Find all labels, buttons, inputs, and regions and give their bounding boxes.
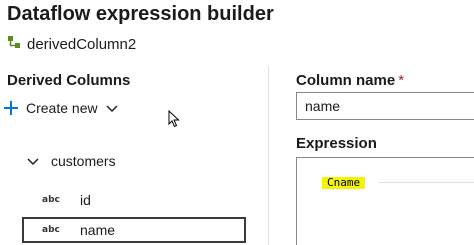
panel-divider [268, 66, 269, 245]
derived-column-name: derivedColumn2 [27, 35, 137, 53]
column-item-label: name [80, 222, 116, 238]
column-item-name[interactable]: abc name [22, 217, 246, 243]
create-new-button[interactable]: Create new [4, 98, 118, 118]
tree-group-customers[interactable]: customers [27, 151, 116, 171]
derived-column-icon [7, 35, 21, 54]
chevron-down-icon[interactable] [27, 153, 39, 169]
current-line-highlight [379, 182, 474, 183]
string-type-icon: abc [42, 195, 60, 205]
create-new-label: Create new [26, 100, 98, 116]
column-item-id[interactable]: abc id [22, 186, 248, 214]
chevron-down-icon[interactable] [106, 100, 118, 116]
tree-group-label: customers [51, 153, 116, 169]
string-type-icon: abc [42, 225, 60, 235]
required-marker: * [398, 72, 405, 89]
column-name-input[interactable] [296, 92, 474, 120]
column-item-label: id [80, 192, 91, 208]
page-title: Dataflow expression builder [7, 3, 274, 25]
plus-icon [4, 101, 18, 115]
column-name-label: Column name * [296, 72, 404, 89]
derived-column-breadcrumb: derivedColumn2 [7, 34, 136, 54]
mouse-pointer-icon [168, 109, 180, 133]
column-name-label-text: Column name [296, 72, 396, 89]
expression-label: Expression [296, 135, 377, 152]
expression-builder-panel: Dataflow expression builder derivedColum… [0, 0, 474, 245]
expression-editor[interactable]: Cname [296, 157, 474, 245]
derived-columns-heading: Derived Columns [7, 72, 131, 89]
expression-text: Cname [322, 177, 366, 189]
